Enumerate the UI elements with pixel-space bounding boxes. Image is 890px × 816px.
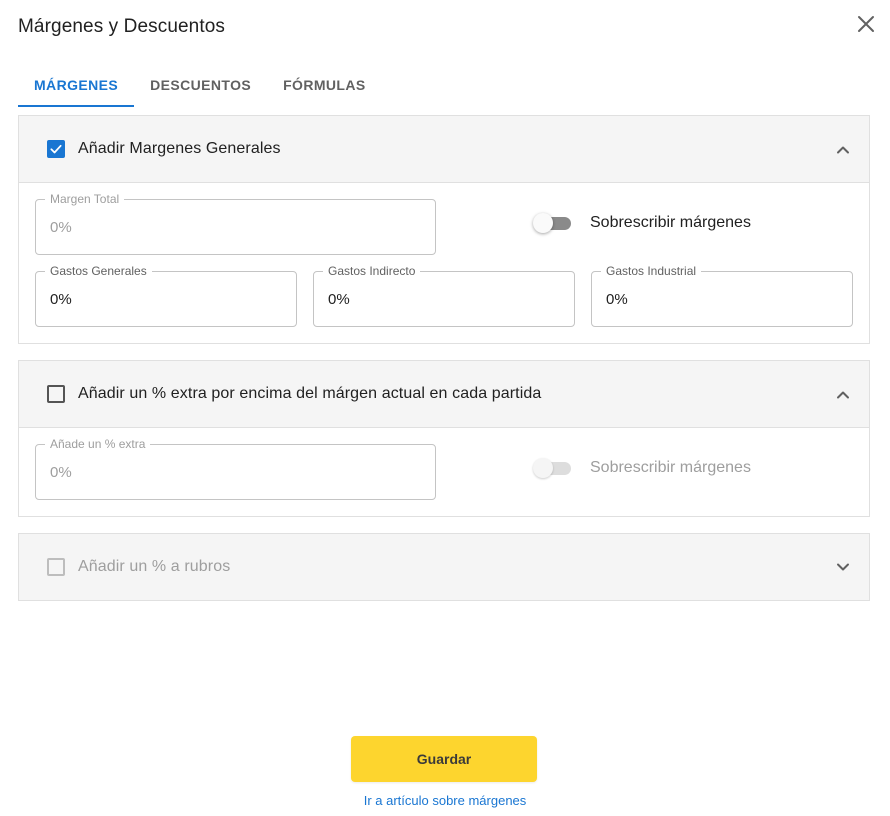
section-porcentaje-extra-label: Añadir un % extra por encima del márgen … bbox=[78, 385, 542, 402]
close-icon bbox=[858, 16, 874, 32]
gastos-indirecto-field[interactable]: Gastos Indirecto 0% bbox=[313, 264, 575, 327]
margen-total-label: Margen Total bbox=[45, 192, 125, 206]
check-icon bbox=[50, 144, 62, 154]
toggle-thumb bbox=[533, 213, 553, 233]
gastos-generales-label: Gastos Generales bbox=[45, 264, 152, 278]
tab-descuentos[interactable]: DESCUENTOS bbox=[134, 62, 267, 107]
tab-margenes[interactable]: MÁRGENES bbox=[18, 62, 135, 107]
save-button[interactable]: Guardar bbox=[351, 736, 537, 782]
porcentaje-extra-field[interactable]: Añade un % extra 0% bbox=[35, 437, 436, 500]
gastos-indirecto-value: 0% bbox=[328, 291, 350, 308]
margenes-generales-checkbox[interactable] bbox=[47, 140, 65, 158]
chevron-up-icon[interactable] bbox=[831, 138, 855, 162]
gastos-industrial-label: Gastos Industrial bbox=[601, 264, 702, 278]
gastos-generales-field[interactable]: Gastos Generales 0% bbox=[35, 264, 297, 327]
section-porcentaje-extra-header[interactable]: Añadir un % extra por encima del márgen … bbox=[19, 361, 869, 428]
section-rubros: Añadir un % a rubros bbox=[18, 533, 870, 601]
margen-total-field[interactable]: Margen Total 0% bbox=[35, 192, 436, 255]
gastos-indirecto-label: Gastos Indirecto bbox=[323, 264, 421, 278]
sobrescribir-margenes-label-2: Sobrescribir márgenes bbox=[590, 459, 751, 476]
sobrescribir-margenes-toggle[interactable] bbox=[533, 212, 573, 234]
porcentaje-extra-checkbox[interactable] bbox=[47, 385, 65, 403]
sobrescribir-margenes-toggle-2[interactable] bbox=[533, 457, 573, 479]
section-rubros-header[interactable]: Añadir un % a rubros bbox=[19, 534, 869, 600]
gastos-industrial-value: 0% bbox=[606, 291, 628, 308]
dialog-title: Márgenes y Descuentos bbox=[18, 16, 225, 37]
tab-formulas[interactable]: FÓRMULAS bbox=[267, 62, 382, 107]
section-rubros-label: Añadir un % a rubros bbox=[78, 558, 231, 575]
gastos-industrial-field[interactable]: Gastos Industrial 0% bbox=[591, 264, 853, 327]
gastos-generales-value: 0% bbox=[50, 291, 72, 308]
chevron-up-icon[interactable] bbox=[831, 383, 855, 407]
tab-bar: MÁRGENES DESCUENTOS FÓRMULAS bbox=[18, 62, 382, 107]
rubros-checkbox[interactable] bbox=[47, 558, 65, 576]
section-margenes-generales-label: Añadir Margenes Generales bbox=[78, 140, 281, 157]
toggle-thumb bbox=[533, 458, 553, 478]
section-margenes-generales: Añadir Margenes Generales Margen Total 0… bbox=[18, 115, 870, 344]
sobrescribir-margenes-label: Sobrescribir márgenes bbox=[590, 214, 751, 231]
chevron-down-icon[interactable] bbox=[831, 555, 855, 579]
porcentaje-extra-value: 0% bbox=[50, 464, 72, 481]
help-article-link[interactable]: Ir a artículo sobre márgenes bbox=[0, 793, 890, 808]
margen-total-value: 0% bbox=[50, 219, 72, 236]
porcentaje-extra-label: Añade un % extra bbox=[45, 437, 151, 451]
section-margenes-generales-header[interactable]: Añadir Margenes Generales bbox=[19, 116, 869, 183]
section-porcentaje-extra: Añadir un % extra por encima del márgen … bbox=[18, 360, 870, 517]
close-button[interactable] bbox=[854, 12, 878, 36]
